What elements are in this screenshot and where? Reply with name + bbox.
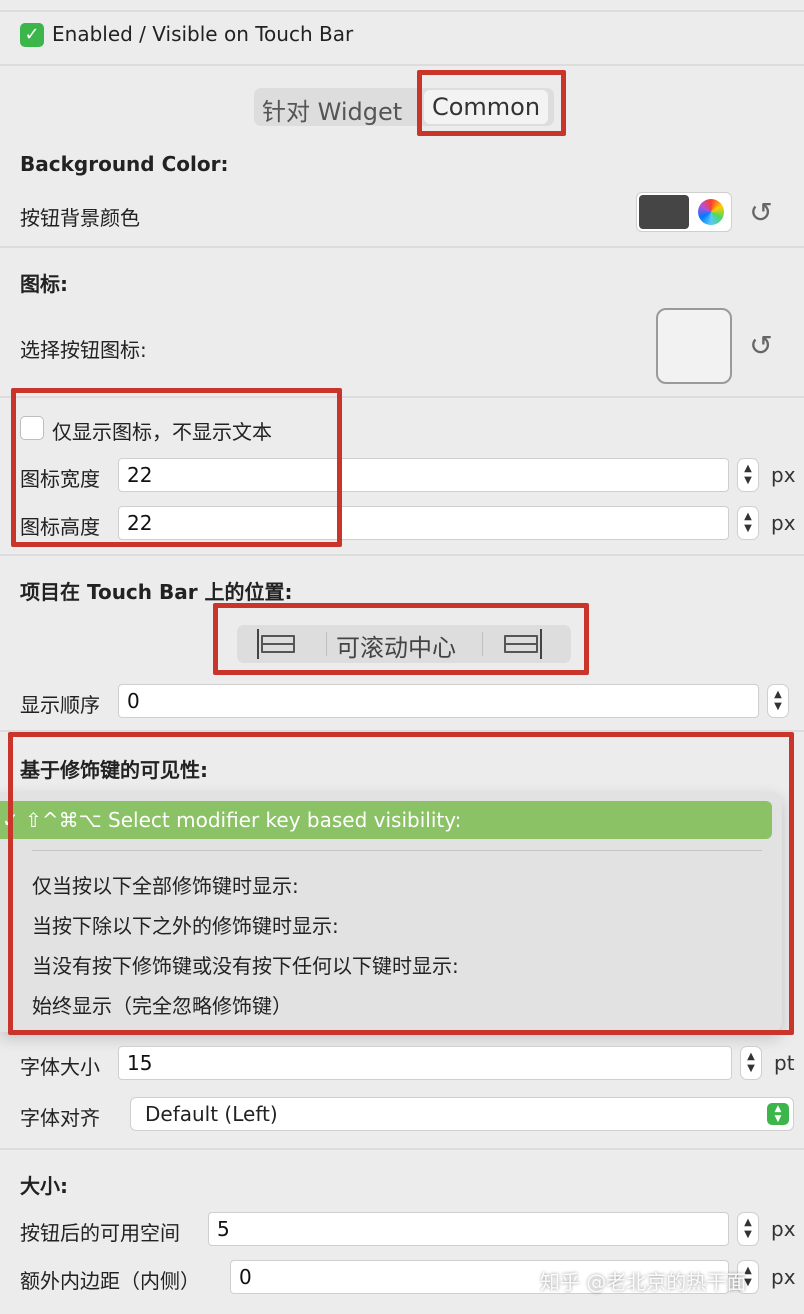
padding-label: 额外内边距（内侧） — [20, 1269, 200, 1293]
tab-common[interactable]: Common — [424, 90, 548, 124]
order-input[interactable]: 0 — [118, 684, 759, 718]
icon-width-stepper[interactable]: ▲ ▼ — [737, 458, 759, 492]
modifier-selected-item[interactable]: ✓ ⇧^⌘⌥ Select modifier key based visibil… — [0, 801, 772, 839]
icon-width-label: 图标宽度 — [20, 467, 100, 491]
watermark: 知乎 @老北京的热干面 — [540, 1270, 747, 1294]
font-size-input[interactable]: 15 — [118, 1046, 732, 1080]
font-size-label: 字体大小 — [20, 1055, 100, 1079]
space-after-unit: px — [771, 1217, 796, 1241]
space-after-stepper[interactable]: ▲ ▼ — [737, 1212, 759, 1246]
icon-height-input[interactable]: 22 — [118, 506, 729, 540]
icon-height-stepper[interactable]: ▲ ▼ — [737, 506, 759, 540]
position-right-button[interactable] — [494, 625, 554, 663]
icon-width-unit: px — [771, 463, 796, 487]
font-align-select[interactable]: Default (Left) ▲ ▼ — [130, 1097, 794, 1131]
enabled-label: Enabled / Visible on Touch Bar — [52, 22, 354, 46]
font-size-unit: pt — [774, 1051, 795, 1075]
icon-only-checkbox[interactable] — [20, 416, 44, 440]
space-after-label: 按钮后的可用空间 — [20, 1221, 180, 1245]
icon-height-unit: px — [771, 511, 796, 535]
position-title: 项目在 Touch Bar 上的位置: — [20, 580, 293, 604]
background-color-label: 按钮背景颜色 — [20, 206, 140, 230]
order-stepper[interactable]: ▲ ▼ — [767, 684, 789, 718]
align-right-icon — [540, 629, 542, 659]
background-color-title: Background Color: — [20, 152, 229, 176]
icon-title: 图标: — [20, 272, 68, 296]
position-center-button[interactable]: 可滚动中心 — [336, 628, 456, 663]
modifier-option-always[interactable]: 始终显示（完全忽略修饰键） — [32, 990, 292, 1019]
reset-icon-icon[interactable]: ↺ — [746, 331, 776, 361]
select-icon-label: 选择按钮图标: — [20, 338, 147, 362]
order-label: 显示顺序 — [20, 693, 100, 717]
color-swatch — [639, 195, 689, 229]
font-align-label: 字体对齐 — [20, 1106, 100, 1130]
modifier-option-all[interactable]: 仅当按以下全部修饰键时显示: — [32, 870, 299, 899]
space-after-input[interactable]: 5 — [208, 1212, 729, 1246]
font-align-value: Default (Left) — [145, 1102, 278, 1126]
tab-widget[interactable]: 针对 Widget — [262, 92, 402, 127]
position-left-button[interactable] — [252, 625, 322, 663]
modifier-title: 基于修饰键的可见性: — [20, 758, 208, 782]
modifier-selected-label: Select modifier key based visibility: — [108, 808, 462, 832]
align-left-icon — [257, 629, 259, 659]
padding-unit: px — [771, 1265, 796, 1289]
reset-background-icon[interactable]: ↺ — [746, 198, 776, 228]
modifier-dropdown-menu: ✓ ⇧^⌘⌥ Select modifier key based visibil… — [0, 792, 782, 1032]
select-chevron-icon: ▲ ▼ — [767, 1103, 789, 1125]
color-wheel-icon[interactable] — [698, 199, 724, 225]
modifier-keys-glyphs: ✓ ⇧^⌘⌥ — [2, 808, 102, 832]
font-size-stepper[interactable]: ▲ ▼ — [740, 1046, 762, 1080]
menu-separator — [32, 850, 762, 851]
modifier-option-except[interactable]: 当按下除以下之外的修饰键时显示: — [32, 910, 339, 939]
icon-width-input[interactable]: 22 — [118, 458, 729, 492]
icon-only-label: 仅显示图标，不显示文本 — [52, 420, 272, 444]
enabled-checkbox[interactable]: ✓ — [20, 23, 44, 47]
size-title: 大小: — [20, 1174, 68, 1198]
icon-height-label: 图标高度 — [20, 515, 100, 539]
icon-image-well[interactable] — [656, 308, 732, 384]
color-well[interactable] — [636, 192, 732, 232]
modifier-option-none[interactable]: 当没有按下修饰键或没有按下任何以下键时显示: — [32, 950, 459, 979]
